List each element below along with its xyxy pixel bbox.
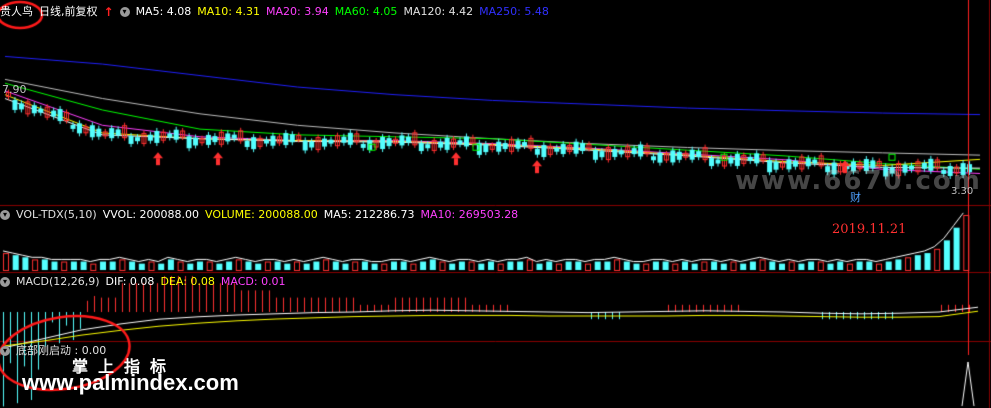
watermark-overlay: www.6670.com <box>735 166 982 196</box>
macd-settings-icon[interactable]: ▾ <box>0 277 10 287</box>
ma120-value: MA120: 4.42 <box>403 5 474 18</box>
volume-value: VOLUME: 200088.00 <box>205 208 318 221</box>
watermark-site: www.palmindex.com <box>22 370 239 395</box>
main-chart-header: 贵人鸟 日线,前复权 ↑ ▾ MA5: 4.08 MA10: 4.31 MA20… <box>0 4 555 20</box>
vol-ma5-value: MA5: 212286.73 <box>323 208 415 221</box>
settings-circle-icon[interactable]: ▾ <box>119 7 130 17</box>
volume-settings-icon[interactable]: ▾ <box>0 210 10 220</box>
ma60-value: MA60: 4.05 <box>334 5 398 18</box>
date-annotation: 2019.11.21 <box>832 222 907 237</box>
up-arrow-icon: ↑ <box>103 5 114 19</box>
ma20-value: MA20: 3.94 <box>266 5 329 18</box>
vol-indicator-name[interactable]: VOL-TDX(5,10) <box>16 207 97 223</box>
indicator-settings-icon[interactable]: ▾ <box>0 346 10 356</box>
period-label[interactable]: 日线,前复权 <box>39 4 98 20</box>
dea-value: DEA: 0.08 <box>160 275 215 288</box>
vvol-value: VVOL: 200088.00 <box>102 208 200 221</box>
stock-name[interactable]: 贵人鸟 <box>0 4 33 20</box>
volume-header: ▾ VOL-TDX(5,10) VVOL: 200088.00 VOLUME: … <box>0 207 524 223</box>
price-high-label: 7.90 <box>2 83 27 96</box>
ma5-value: MA5: 4.08 <box>135 5 192 18</box>
macd-value: MACD: 0.01 <box>220 275 286 288</box>
macd-indicator-name[interactable]: MACD(12,26,9) <box>16 274 100 290</box>
dif-value: DIF: 0.08 <box>105 275 155 288</box>
vol-ma10-value: MA10: 269503.28 <box>420 208 519 221</box>
kline-chart-canvas[interactable] <box>0 0 991 408</box>
macd-header: ▾ MACD(12,26,9) DIF: 0.08 DEA: 0.08 MACD… <box>0 274 292 290</box>
ma10-value: MA10: 4.31 <box>197 5 260 18</box>
ma250-value: MA250: 5.48 <box>479 5 549 18</box>
